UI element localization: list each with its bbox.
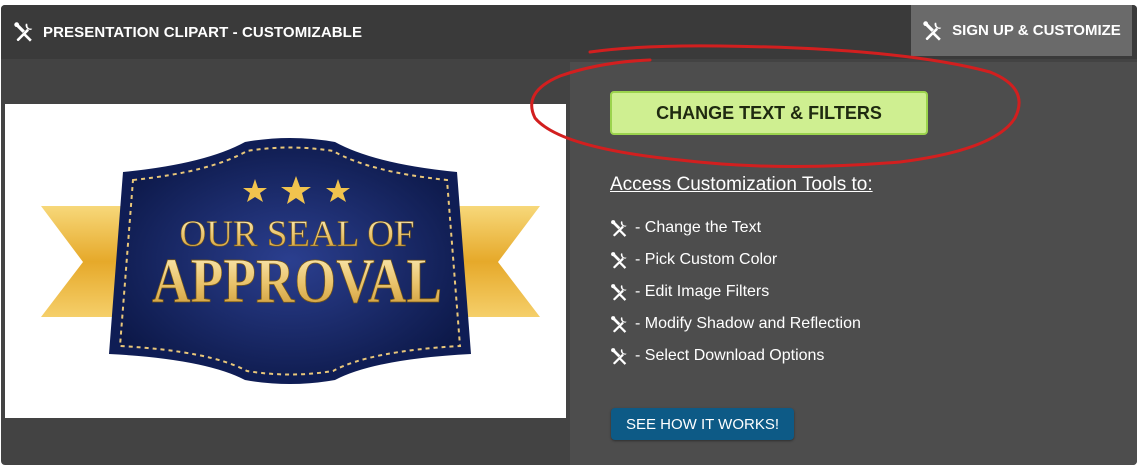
change-text-filters-button[interactable]: CHANGE TEXT & FILTERS bbox=[610, 91, 928, 135]
clipart-panel: PRESENTATION CLIPART - CUSTOMIZABLE OUR … bbox=[1, 5, 1137, 465]
feature-label: - Modify Shadow and Reflection bbox=[635, 315, 861, 332]
tools-icon bbox=[923, 20, 942, 41]
clipart-preview-image: OUR SEAL OF APPROVAL bbox=[5, 104, 566, 418]
tools-icon bbox=[611, 315, 627, 333]
feature-item: - Modify Shadow and Reflection bbox=[610, 308, 861, 340]
feature-label: - Select Download Options bbox=[635, 347, 825, 364]
sign-up-customize-button[interactable]: SIGN UP & CUSTOMIZE bbox=[911, 5, 1132, 56]
feature-label: - Edit Image Filters bbox=[635, 283, 770, 300]
feature-label: - Pick Custom Color bbox=[635, 251, 778, 268]
sign-up-label: SIGN UP & CUSTOMIZE bbox=[952, 22, 1121, 39]
see-how-it-works-button[interactable]: SEE HOW IT WORKS! bbox=[611, 408, 794, 440]
feature-list: - Change the Text - Pick Custom Color - … bbox=[610, 212, 861, 372]
feature-label: - Change the Text bbox=[635, 219, 762, 236]
tools-icon bbox=[14, 22, 33, 42]
feature-item: - Select Download Options bbox=[610, 340, 861, 372]
feature-item: - Edit Image Filters bbox=[610, 276, 861, 308]
feature-item: - Change the Text bbox=[610, 212, 861, 244]
feature-item: - Pick Custom Color bbox=[610, 244, 861, 276]
page-title: PRESENTATION CLIPART - CUSTOMIZABLE bbox=[13, 5, 362, 59]
page-title-text: PRESENTATION CLIPART - CUSTOMIZABLE bbox=[43, 23, 363, 41]
customize-panel: CHANGE TEXT & FILTERS Access Customizati… bbox=[570, 62, 1137, 465]
access-tools-heading: Access Customization Tools to: bbox=[610, 174, 873, 195]
seal-line-2: APPROVAL bbox=[152, 245, 442, 316]
tools-icon bbox=[611, 251, 627, 269]
tools-icon bbox=[611, 283, 627, 301]
tools-icon bbox=[611, 219, 627, 237]
tools-icon bbox=[611, 347, 627, 365]
